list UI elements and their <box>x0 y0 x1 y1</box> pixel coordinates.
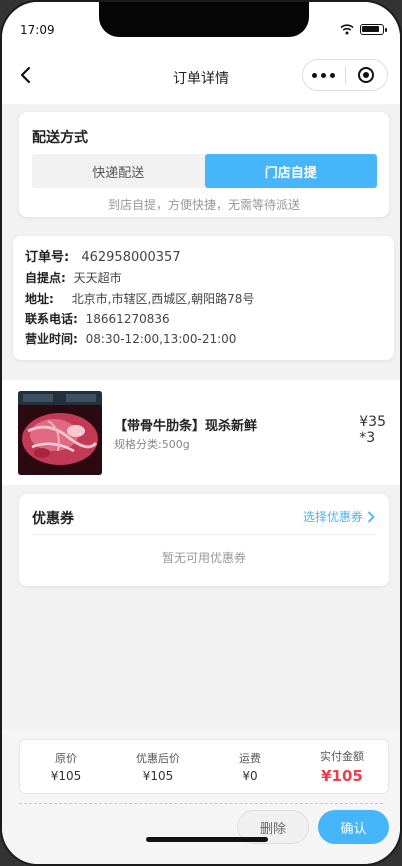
nav-bar: 订单详情 <box>2 46 400 104</box>
bottom-bar: 原价 ¥105 优惠后价 ¥105 运费 ¥0 实付金额 ¥105 删除 确认 <box>2 729 400 864</box>
paid-amount-label: 实付金额 <box>320 750 364 763</box>
notch <box>99 2 309 37</box>
order-info-card: 订单号: 462958000357 自提点: 天天超市 地址: 北京市,市辖区,… <box>13 236 394 360</box>
hours-value: 08:30-12:00,13:00-21:00 <box>85 332 237 346</box>
order-number-label: 订单号: <box>25 250 70 265</box>
target-icon <box>358 67 375 83</box>
delivery-card: 配送方式 快递配送 门店自提 到店自提，方便快捷，无需等待派送 <box>19 112 389 217</box>
close-miniprogram-button[interactable] <box>345 67 387 83</box>
select-coupon-link[interactable]: 选择优惠券 <box>303 508 375 525</box>
phone-frame: 17:09 订单详情 配送方式 快递配送 门店自提 到店自提，方便快捷，无需等待… <box>0 0 402 866</box>
phone-label: 联系电话: <box>25 312 78 326</box>
dashed-divider <box>19 803 383 804</box>
pickup-row: 自提点: 天天超市 <box>25 269 122 286</box>
delivery-option-pickup[interactable]: 门店自提 <box>204 154 377 188</box>
discounted-price-label: 优惠后价 <box>136 752 180 765</box>
status-icons <box>340 24 387 35</box>
goods-price: ¥35 <box>359 414 386 430</box>
discounted-price-value: ¥105 <box>142 769 174 783</box>
goods-name: 【带骨牛肋条】现杀新鲜 <box>114 419 258 434</box>
summary-paid: 实付金额 ¥105 <box>296 740 388 793</box>
content-area: 配送方式 快递配送 门店自提 到店自提，方便快捷，无需等待派送 订单号: 462… <box>2 104 400 729</box>
beef-rib-image <box>18 391 102 475</box>
hours-row: 营业时间: 08:30-12:00,13:00-21:00 <box>25 330 236 347</box>
home-indicator <box>146 837 268 842</box>
delivery-option-express[interactable]: 快递配送 <box>32 154 205 188</box>
original-price-label: 原价 <box>55 752 77 765</box>
goods-spec: 规格分类:500g <box>114 438 190 451</box>
coupon-empty-text: 暂无可用优惠券 <box>161 551 246 565</box>
hours-label: 营业时间: <box>25 332 78 346</box>
price-summary: 原价 ¥105 优惠后价 ¥105 运费 ¥0 实付金额 ¥105 <box>19 739 389 794</box>
status-bar: 17:09 <box>2 2 400 46</box>
shipping-label: 运费 <box>239 752 261 765</box>
summary-shipping: 运费 ¥0 <box>204 740 296 793</box>
address-row: 地址: 北京市,市辖区,西城区,朝阳路78号 <box>25 290 254 307</box>
address-value: 北京市,市辖区,西城区,朝阳路78号 <box>71 292 255 306</box>
miniprogram-capsule <box>302 59 388 91</box>
shipping-value: ¥0 <box>242 769 258 783</box>
order-number-value: 462958000357 <box>81 250 181 265</box>
confirm-button[interactable]: 确认 <box>318 810 389 844</box>
order-number-row: 订单号: 462958000357 <box>25 246 181 265</box>
delivery-segmented-control: 快递配送 门店自提 <box>32 154 377 188</box>
pickup-label: 自提点: <box>25 271 66 285</box>
goods-thumbnail <box>18 391 102 475</box>
phone-row: 联系电话: 18661270836 <box>25 310 170 327</box>
coupon-card: 优惠券 选择优惠券 暂无可用优惠券 <box>19 494 389 586</box>
paid-amount-value: ¥105 <box>321 767 363 785</box>
delivery-note: 到店自提，方便快捷，无需等待派送 <box>107 198 300 212</box>
goods-item[interactable]: 【带骨牛肋条】现杀新鲜 规格分类:500g ¥35 *3 <box>2 380 400 485</box>
chevron-right-icon <box>368 511 375 522</box>
summary-original: 原价 ¥105 <box>20 740 112 793</box>
delivery-title: 配送方式 <box>32 130 88 146</box>
goods-quantity: *3 <box>359 430 376 446</box>
pickup-value: 天天超市 <box>73 271 122 285</box>
coupon-title: 优惠券 <box>32 511 74 527</box>
goods-price-block: ¥35 *3 <box>359 414 386 446</box>
select-coupon-label: 选择优惠券 <box>302 510 363 524</box>
status-time: 17:09 <box>20 23 55 37</box>
original-price-value: ¥105 <box>50 769 82 783</box>
more-menu-button[interactable] <box>303 72 345 78</box>
battery-icon <box>360 24 387 35</box>
wifi-icon <box>340 24 354 35</box>
phone-value: 18661270836 <box>85 312 170 326</box>
coupon-divider <box>32 534 376 535</box>
address-label: 地址: <box>25 292 54 306</box>
summary-discounted: 优惠后价 ¥105 <box>112 740 204 793</box>
